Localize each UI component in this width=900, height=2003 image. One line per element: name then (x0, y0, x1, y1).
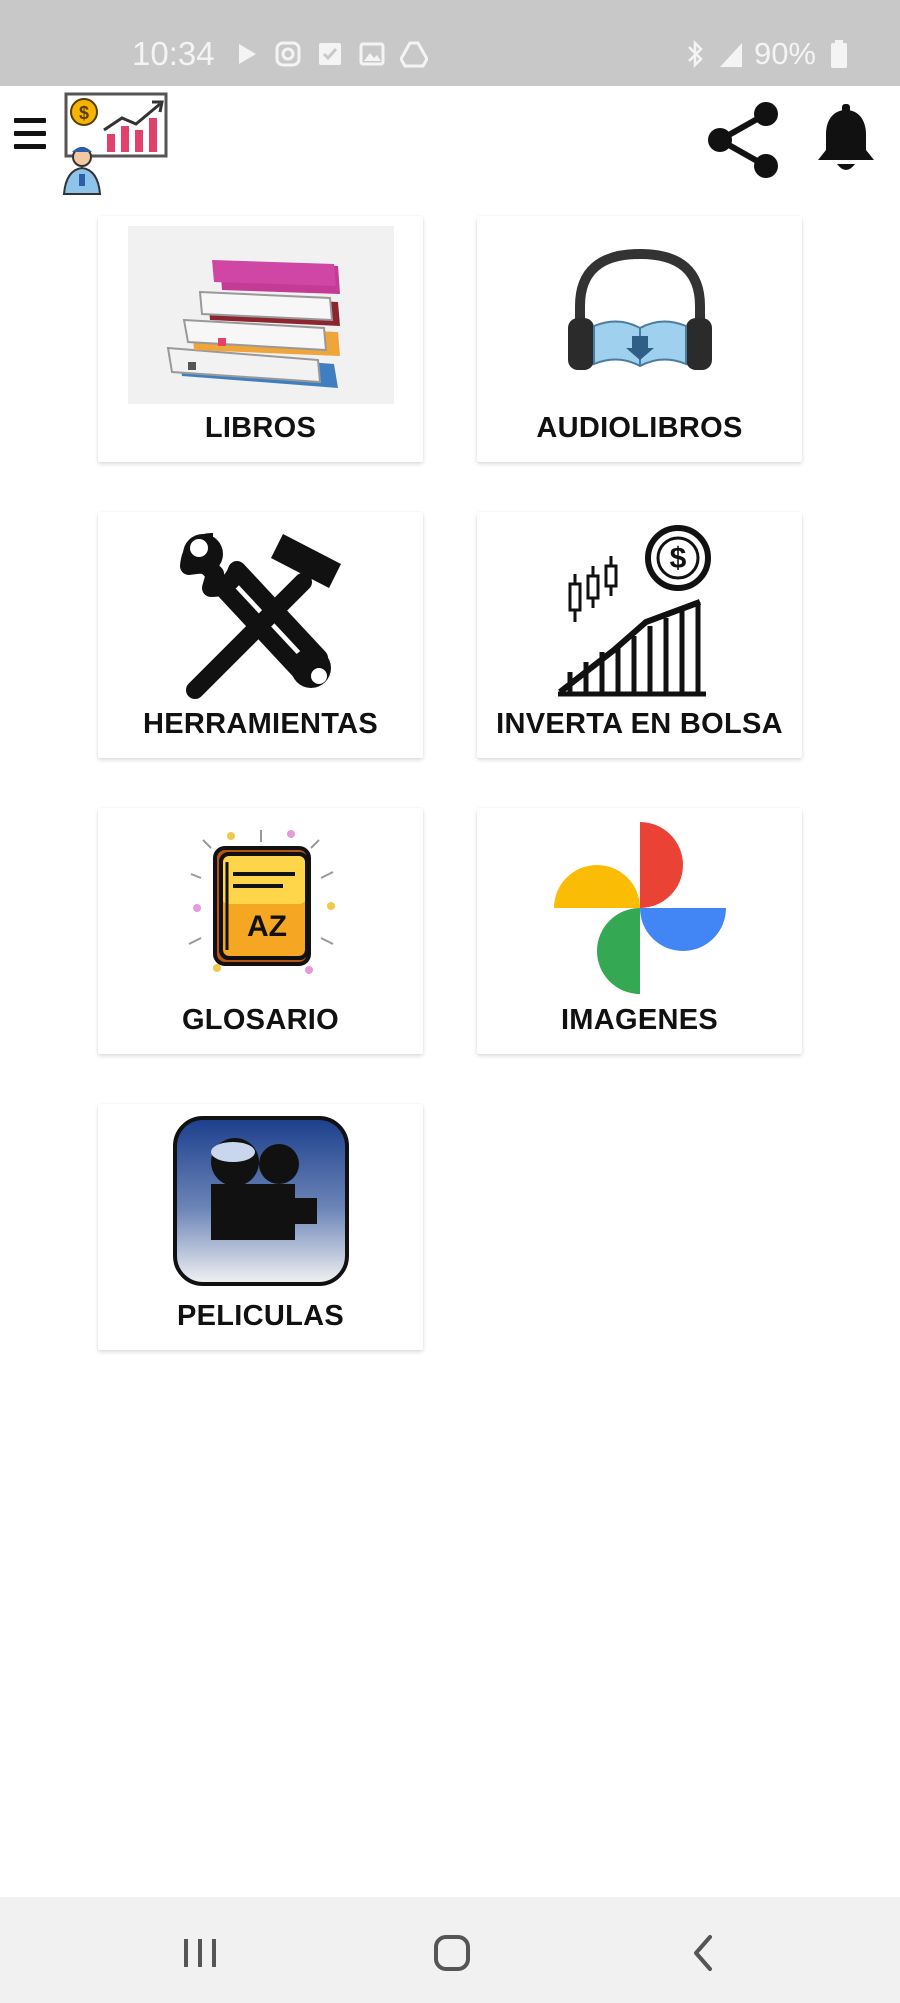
menu-card-label: GLOSARIO (181, 1004, 340, 1036)
photos-pinwheel-icon (553, 822, 726, 994)
system-status: 90% (682, 36, 852, 72)
menu-card-audiolibros[interactable]: AUDIOLIBROS (477, 216, 802, 462)
status-bar: 10:34 90% (0, 0, 900, 86)
gallery-icon (359, 42, 385, 66)
menu-card-label: INVERTA EN BOLSA (496, 708, 783, 740)
tools-icon (179, 533, 341, 699)
menu-card-label: PELICULAS (176, 1300, 345, 1332)
drive-icon (400, 41, 428, 68)
battery-percent: 90% (753, 36, 816, 71)
bluetooth-icon (688, 39, 703, 69)
svg-text:AZ: AZ (247, 910, 287, 943)
menu-card-peliculas[interactable]: PELICULAS (98, 1104, 423, 1350)
play-icon (239, 44, 256, 64)
app-bar: $ (0, 86, 900, 196)
headphones-book-icon (567, 248, 712, 370)
notification-icons (232, 40, 428, 68)
back-icon[interactable] (674, 1931, 734, 1975)
movie-camera-icon (172, 1116, 349, 1286)
menu-card-label: IMAGENES (560, 1004, 719, 1036)
svg-text:$: $ (669, 542, 686, 575)
books-icon (127, 226, 394, 404)
menu-card-glosario[interactable]: AZ GLOSARIO (98, 808, 423, 1054)
battery-icon (831, 40, 847, 68)
bell-icon[interactable] (814, 104, 878, 176)
menu-card-inverta-en-bolsa[interactable]: $ INVERTA EN BOLSA (477, 512, 802, 758)
stock-chart-icon: $ (557, 525, 711, 697)
menu-card-herramientas[interactable]: HERRAMIENTAS (98, 512, 423, 758)
hamburger-icon[interactable] (14, 118, 46, 158)
svg-text:$: $ (79, 103, 89, 123)
investor-logo: $ (62, 92, 168, 195)
share-icon[interactable] (704, 100, 782, 180)
status-time: 10:34 (132, 35, 215, 72)
menu-card-label: LIBROS (204, 412, 317, 444)
menu-card-label: AUDIOLIBROS (536, 412, 743, 444)
home-icon[interactable] (422, 1931, 482, 1975)
checkbox-icon (319, 43, 341, 65)
menu-card-label: HERRAMIENTAS (142, 708, 379, 740)
navigation-bar (0, 1897, 900, 2003)
signal-icon (719, 43, 742, 67)
instagram-icon (275, 41, 301, 67)
menu-card-imagenes[interactable]: IMAGENES (477, 808, 802, 1054)
glossary-book-icon: AZ (188, 830, 335, 974)
recents-icon[interactable] (170, 1931, 230, 1975)
menu-card-libros[interactable]: LIBROS (98, 216, 423, 462)
